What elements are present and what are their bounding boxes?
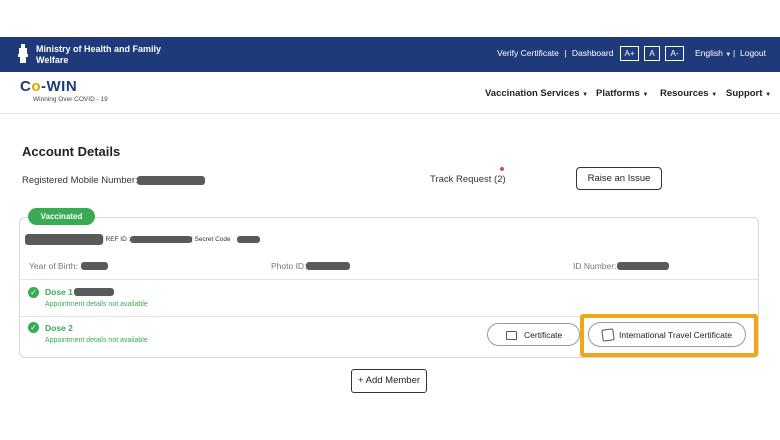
dose-2-appointment: Appointment details not available [45, 337, 148, 344]
secret-code-label: | Secret Code [191, 236, 231, 243]
dose-1-label: Dose 1 [45, 287, 73, 297]
international-travel-certificate-label: International Travel Certificate [619, 330, 732, 340]
certificate-button[interactable]: Certificate [487, 323, 580, 346]
language-separator: | [733, 48, 736, 58]
language-select[interactable]: English ▼ [695, 48, 731, 58]
chevron-down-icon: ▼ [725, 52, 732, 58]
font-normal-button[interactable]: A [644, 46, 660, 61]
certificate-icon [506, 331, 517, 340]
logo-prefix: C [20, 78, 32, 95]
dose-2-label: Dose 2 [45, 323, 73, 333]
nav-vaccination-services-label: Vaccination Services [485, 88, 580, 99]
passport-icon [601, 328, 615, 342]
redacted-id-number [617, 262, 669, 270]
notification-dot [500, 167, 504, 171]
photo-id-label: Photo ID: [271, 261, 307, 271]
logout-link[interactable]: Logout [740, 48, 766, 58]
font-increase-button[interactable]: A+ [620, 46, 639, 61]
chevron-down-icon: ▼ [765, 92, 772, 98]
redacted-member-name [25, 234, 103, 245]
nav-resources-label: Resources [660, 88, 709, 99]
ministry-name: Ministry of Health and Family Welfare [36, 44, 161, 66]
language-label: English [695, 48, 723, 58]
top-links-separator: | [564, 48, 567, 58]
top-bar: Ministry of Health and Family Welfare Ve… [0, 37, 780, 72]
redacted-photo-id [306, 262, 350, 270]
main-navbar: Co-WIN Winning Over COVID - 19 Vaccinati… [0, 72, 780, 114]
top-links: Verify Certificate | Dashboard [497, 48, 613, 58]
national-emblem-icon [18, 44, 28, 63]
redacted-dose-1-details [74, 288, 114, 296]
raise-issue-button[interactable]: Raise an Issue [576, 167, 662, 190]
logo-tagline: Winning Over COVID - 19 [33, 96, 108, 103]
nav-resources[interactable]: Resources ▼ [660, 88, 717, 99]
redacted-year-of-birth [81, 262, 108, 270]
redacted-mobile-number [137, 176, 205, 185]
dose-1-appointment: Appointment details not available [45, 301, 148, 308]
add-member-button[interactable]: + Add Member [351, 369, 427, 393]
nav-platforms[interactable]: Platforms ▼ [596, 88, 648, 99]
ministry-line-2: Welfare [36, 55, 69, 65]
card-divider [20, 279, 758, 280]
logo-suffix: -WIN [41, 78, 78, 95]
redacted-secret-code [237, 236, 260, 243]
nav-vaccination-services[interactable]: Vaccination Services ▼ [485, 88, 588, 99]
year-of-birth-label: Year of Birth: [29, 261, 78, 271]
nav-support-label: Support [726, 88, 763, 99]
nav-support[interactable]: Support ▼ [726, 88, 771, 99]
id-number-label: ID Number: [573, 261, 617, 271]
nav-platforms-label: Platforms [596, 88, 640, 99]
redacted-ref-id [130, 236, 192, 243]
chevron-down-icon: ▼ [711, 92, 718, 98]
cowin-logo[interactable]: Co-WIN [20, 78, 77, 95]
logo-o: o [31, 78, 42, 95]
registered-mobile-label: Registered Mobile Number: [22, 175, 138, 186]
dashboard-link[interactable]: Dashboard [572, 48, 614, 58]
chevron-down-icon: ▼ [642, 92, 649, 98]
chevron-down-icon: ▼ [582, 92, 589, 98]
track-request-link[interactable]: Track Request (2) [430, 174, 506, 185]
verify-certificate-link[interactable]: Verify Certificate [497, 48, 559, 58]
certificate-button-label: Certificate [524, 330, 563, 340]
vaccinated-status-badge: Vaccinated [28, 208, 95, 225]
check-circle-icon: ✓ [28, 322, 39, 333]
ministry-line-1: Ministry of Health and Family [36, 44, 162, 54]
page-title: Account Details [22, 144, 121, 159]
font-decrease-button[interactable]: A- [665, 46, 684, 61]
check-circle-icon: ✓ [28, 287, 39, 298]
international-travel-certificate-button[interactable]: International Travel Certificate [588, 322, 746, 347]
ref-id-label: | REF ID : [102, 236, 131, 243]
